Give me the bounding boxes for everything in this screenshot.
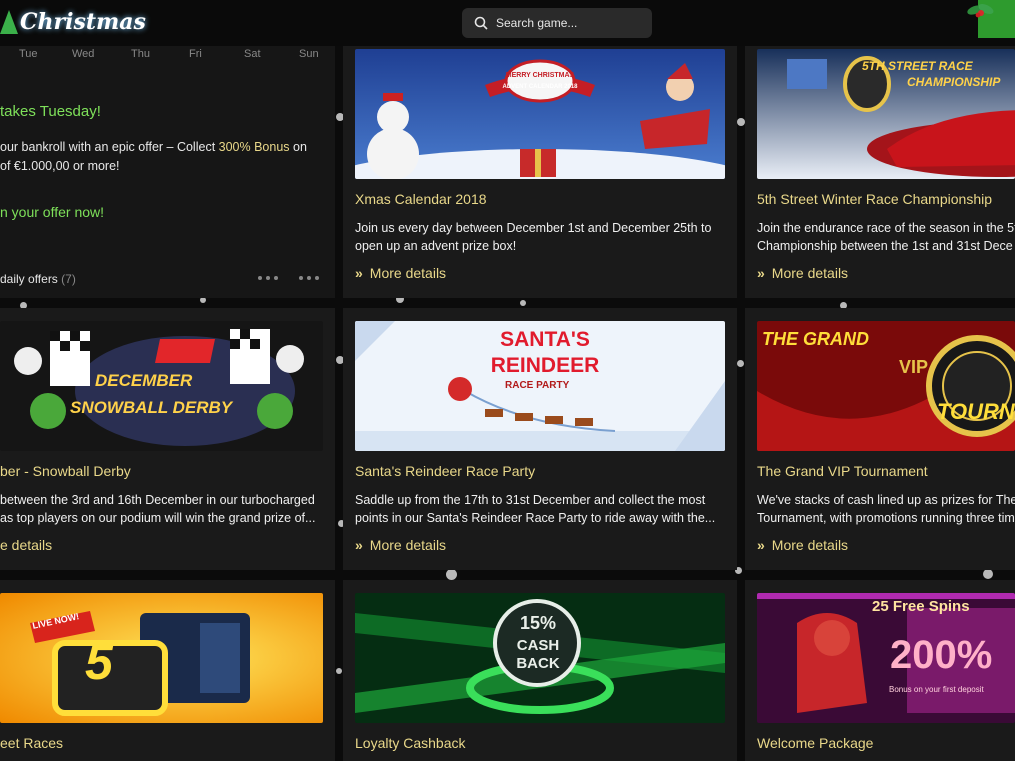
promo-card[interactable]: LIVE NOW! 5 eet Races <box>0 580 335 761</box>
promo-banner[interactable]: SANTA'S REINDEER RACE PARTY <box>355 321 725 451</box>
search-input[interactable] <box>494 15 648 31</box>
offer-text: our bankroll with an epic offer – Collec… <box>0 140 219 154</box>
banner-subtitle: 200% <box>890 633 993 677</box>
carousel-dots[interactable] <box>258 276 282 280</box>
promo-card[interactable]: 5TH STREET RACE CHAMPIONSHIP 5th Street … <box>745 46 1015 298</box>
holly-icon <box>967 4 994 18</box>
more-details-label: More details <box>369 537 447 553</box>
promo-banner[interactable]: LIVE NOW! 5 <box>0 593 323 723</box>
promo-banner[interactable]: MERRY CHRISTMAS ADVENT CALENDAR 2018 <box>355 49 725 179</box>
claim-offer-link[interactable]: n your offer now! <box>0 204 104 220</box>
banner-badge: VIP <box>899 357 929 377</box>
more-details-label: More details <box>771 265 849 281</box>
more-details-label: More details <box>771 537 849 553</box>
carousel-dots[interactable] <box>299 276 323 280</box>
banner-subtitle: TOURNA <box>937 399 1015 424</box>
weekday-label[interactable]: Wed <box>72 48 94 60</box>
banner-subtitle: ADVENT CALENDAR 2018 <box>502 84 578 90</box>
banner-headline: 15% <box>519 613 557 633</box>
promo-title[interactable]: Welcome Package <box>757 735 873 751</box>
promo-banner[interactable]: 5TH STREET RACE CHAMPIONSHIP <box>757 49 1015 179</box>
promo-card[interactable]: MERRY CHRISTMAS ADVENT CALENDAR 2018 Xma… <box>343 46 737 298</box>
offer-description: our bankroll with an epic offer – Collec… <box>0 138 330 176</box>
more-details-label: More details <box>369 265 447 281</box>
more-details-link[interactable]: » More details <box>355 537 446 553</box>
more-details-link[interactable]: e details <box>0 537 52 553</box>
more-details-label: e details <box>0 537 53 553</box>
banner-headline: MERRY CHRISTMAS <box>505 72 575 79</box>
promo-banner[interactable]: THE GRAND VIP TOURNA <box>757 321 1015 451</box>
promo-title[interactable]: Loyalty Cashback <box>355 735 466 751</box>
promo-title[interactable]: 5th Street Winter Race Championship <box>757 191 992 207</box>
banner-subtitle: RACE PARTY <box>505 380 570 391</box>
weekday-label[interactable]: Sat <box>244 48 261 60</box>
promo-description: We've stacks of cash lined up as prizes … <box>757 493 1015 525</box>
banner-subtitle: CHAMPIONSHIP <box>907 75 1001 89</box>
snowflake <box>336 668 342 674</box>
site-logo[interactable]: Christmas <box>0 6 146 38</box>
banner-subtitle: SNOWBALL DERBY <box>70 398 233 417</box>
banner-headline: SANTA'S REINDEER <box>490 328 600 377</box>
double-chevron-right-icon: » <box>757 265 765 281</box>
promo-banner[interactable]: 15% CASH BACK <box>355 593 725 723</box>
offer-text: on <box>289 140 307 154</box>
promo-card[interactable]: 15% CASH BACK Loyalty Cashback <box>343 580 737 761</box>
promo-title[interactable]: eet Races <box>0 735 63 751</box>
offer-bonus-highlight: 300% Bonus <box>218 140 290 154</box>
christmas-tree-icon <box>0 10 18 34</box>
daily-offers-link[interactable]: daily offers (7) <box>0 272 76 286</box>
banner-note: Bonus on your first deposit <box>889 685 984 694</box>
daily-offer-panel: Tue Wed Thu Fri Sat Sun takes Tuesday! o… <box>0 46 335 298</box>
daily-offers-label: daily offers <box>0 272 58 286</box>
promo-banner[interactable]: DECEMBER SNOWBALL DERBY <box>0 321 323 451</box>
banner-headline: 25 Free Spins <box>872 598 970 615</box>
double-chevron-right-icon: » <box>355 537 363 553</box>
promo-card[interactable]: 25 Free Spins 200% Bonus on your first d… <box>745 580 1015 761</box>
snowflake <box>446 569 457 580</box>
promo-banner[interactable]: 25 Free Spins 200% Bonus on your first d… <box>757 593 1015 723</box>
banner-subtitle: 5 <box>85 634 113 690</box>
more-details-link[interactable]: » More details <box>355 265 446 281</box>
weekday-label[interactable]: Tue <box>19 48 38 60</box>
weekday-label[interactable]: Fri <box>189 48 202 60</box>
banner-subtitle: CASH BACK <box>516 637 560 672</box>
promo-title[interactable]: Santa's Reindeer Race Party <box>355 463 535 479</box>
snowflake <box>737 360 744 367</box>
weekday-label[interactable]: Thu <box>131 48 150 60</box>
promo-description: between the 3rd and 16th December in our… <box>0 493 316 525</box>
promo-description: Saddle up from the 17th to 31st December… <box>355 493 716 525</box>
banner-headline: DECEMBER <box>95 371 193 390</box>
banner-headline: 5TH STREET RACE <box>862 59 973 73</box>
double-chevron-right-icon: » <box>757 537 765 553</box>
logo-text: Christmas <box>20 9 146 35</box>
promo-title[interactable]: ber - Snowball Derby <box>0 463 131 479</box>
promo-card[interactable]: THE GRAND VIP TOURNA The Grand VIP Tourn… <box>745 308 1015 570</box>
weekday-label[interactable]: Sun <box>299 48 319 60</box>
more-details-link[interactable]: » More details <box>757 265 848 281</box>
promo-card[interactable]: SANTA'S REINDEER RACE PARTY Santa's Rein… <box>343 308 737 570</box>
offer-text: of €1.000,00 or more! <box>0 159 120 173</box>
search-icon <box>474 16 488 30</box>
snowflake <box>520 300 526 306</box>
promo-title[interactable]: Xmas Calendar 2018 <box>355 191 487 207</box>
search-box[interactable] <box>462 8 652 38</box>
banner-headline: THE GRAND <box>762 329 869 349</box>
weekday-strip: Tue Wed Thu Fri Sat Sun <box>0 46 335 66</box>
double-chevron-right-icon: » <box>355 265 363 281</box>
snowflake <box>737 118 745 126</box>
promo-card[interactable]: DECEMBER SNOWBALL DERBY ber - Snowball D… <box>0 308 335 570</box>
top-bar: Christmas <box>0 0 1015 46</box>
snowflake <box>983 569 993 579</box>
promo-description: Join the endurance race of the season in… <box>757 221 1015 253</box>
promo-title[interactable]: The Grand VIP Tournament <box>757 463 928 479</box>
promo-description: Join us every day between December 1st a… <box>355 221 712 253</box>
daily-offers-count: (7) <box>61 272 76 286</box>
offer-title: takes Tuesday! <box>0 103 101 120</box>
more-details-link[interactable]: » More details <box>757 537 848 553</box>
